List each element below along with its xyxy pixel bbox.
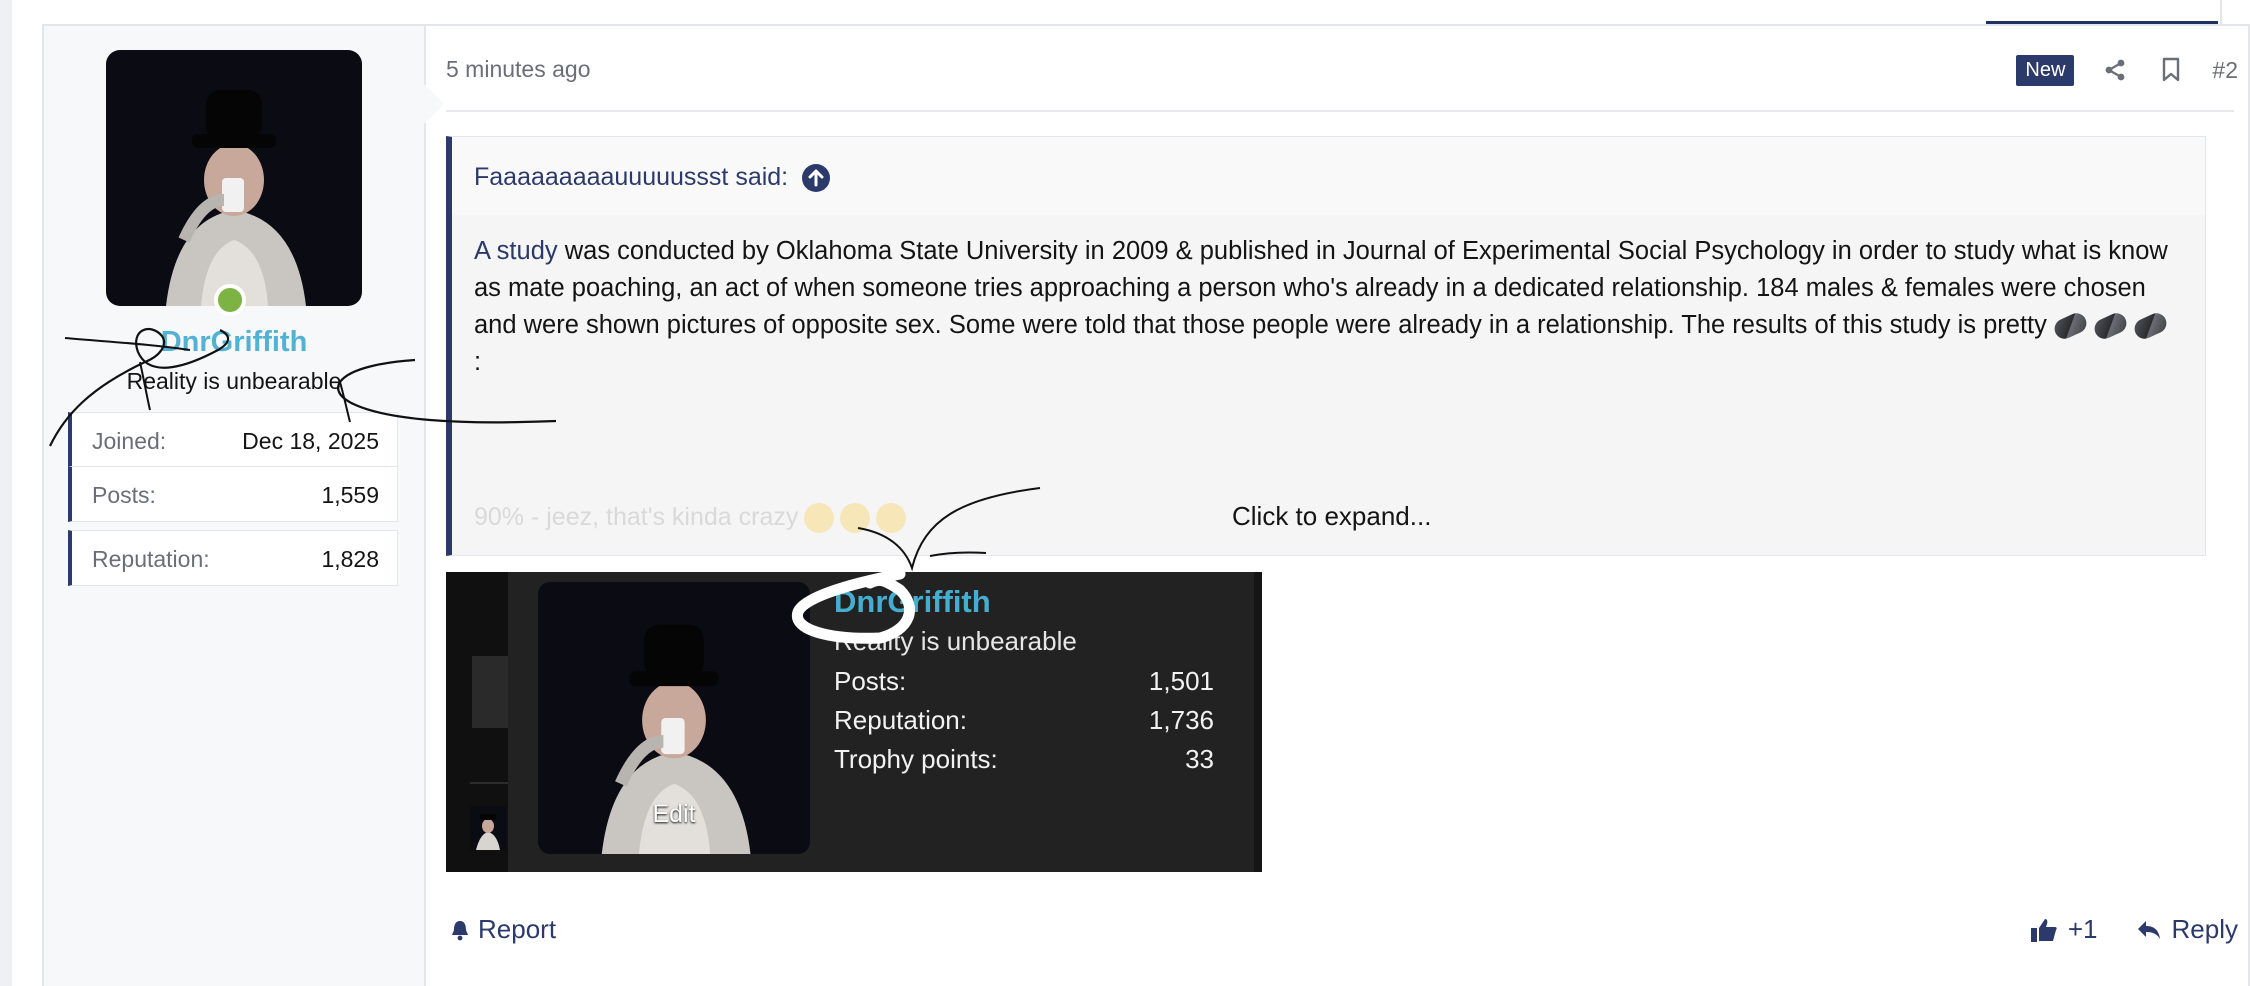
stat-value: 33 bbox=[1185, 744, 1214, 774]
strip-button bbox=[472, 656, 508, 728]
stat-posts: Posts: 1,559 bbox=[68, 466, 398, 522]
stat-label: Reputation: bbox=[92, 546, 210, 572]
stat-label: Posts: bbox=[834, 666, 907, 696]
like-button[interactable]: +1 bbox=[2030, 914, 2098, 945]
tooltip-user-title: Reality is unbearable bbox=[834, 626, 1077, 656]
quote-attribution[interactable]: Faaaaaaaaauuuuussst said: bbox=[474, 163, 831, 192]
stat-reputation: Reputation: 1,828 bbox=[68, 530, 398, 586]
pill-emoji bbox=[2131, 310, 2170, 343]
stat-label: Trophy points: bbox=[834, 744, 998, 774]
emoji-icon bbox=[840, 503, 871, 534]
post-footer-actions: +1 Reply bbox=[2030, 914, 2238, 945]
bookmark-icon[interactable] bbox=[2156, 55, 2186, 85]
stat-label: Posts: bbox=[92, 482, 156, 508]
quote-header: Faaaaaaaaauuuuussst said: bbox=[452, 137, 2205, 215]
user-avatar[interactable] bbox=[106, 50, 362, 306]
post-number-link[interactable]: #2 bbox=[2212, 57, 2238, 84]
share-icon[interactable] bbox=[2100, 55, 2130, 85]
reply-label[interactable]: Reply bbox=[2172, 914, 2238, 945]
tooltip-card: Edit DnrGriffith Reality is unbearable P… bbox=[508, 572, 1262, 872]
reply-icon bbox=[2137, 920, 2160, 939]
tab-divider bbox=[2220, 0, 2222, 24]
stat-value: 1,736 bbox=[1148, 705, 1214, 735]
tooltip-stat-reputation: Reputation: 1,736 bbox=[834, 705, 1214, 736]
stat-label: Joined: bbox=[92, 428, 167, 454]
report-label[interactable]: Report bbox=[478, 914, 556, 945]
member-tooltip: Edit DnrGriffith Reality is unbearable P… bbox=[446, 572, 1262, 872]
quote-author-text[interactable]: Faaaaaaaaauuuuussst said: bbox=[474, 163, 788, 192]
post-meta-actions: New #2 bbox=[2016, 52, 2238, 88]
top-tab-bar bbox=[42, 0, 2250, 26]
quote-content: A study was conducted by Oklahoma State … bbox=[474, 233, 2174, 381]
pill-emoji bbox=[2051, 310, 2090, 343]
message-arrow bbox=[424, 84, 444, 124]
stat-value: 1,828 bbox=[321, 546, 379, 572]
post-main: 5 minutes ago New #2 Faaaaaaaaauuuuussst… bbox=[446, 26, 2248, 986]
username[interactable]: DnrGriffith bbox=[44, 326, 424, 359]
thumbs-up-icon bbox=[2030, 918, 2057, 942]
forum-post: DnrGriffith Reality is unbearable Joined… bbox=[42, 24, 2250, 986]
user-sidebar: DnrGriffith Reality is unbearable Joined… bbox=[44, 26, 426, 986]
emoji-icon bbox=[876, 503, 907, 534]
stat-value: 1,501 bbox=[1148, 666, 1214, 696]
quote-block: Faaaaaaaaauuuuussst said: A study was co… bbox=[446, 136, 2206, 556]
post-timestamp[interactable]: 5 minutes ago bbox=[446, 56, 590, 83]
arrow-up-circle-icon[interactable] bbox=[802, 163, 831, 192]
edit-avatar-button[interactable]: Edit bbox=[538, 800, 810, 829]
online-status-indicator bbox=[214, 284, 246, 316]
divider bbox=[446, 110, 2234, 112]
user-title: Reality is unbearable bbox=[126, 368, 342, 394]
emoji-icon bbox=[804, 503, 835, 534]
tooltip-username[interactable]: DnrGriffith bbox=[834, 584, 991, 620]
quote-text: was conducted by Oklahoma State Universi… bbox=[474, 237, 2168, 339]
stat-value: Dec 18, 2025 bbox=[242, 428, 379, 454]
like-label[interactable]: +1 bbox=[2068, 914, 2098, 945]
bell-icon bbox=[452, 920, 468, 940]
reply-button[interactable]: Reply bbox=[2136, 914, 2238, 945]
study-link[interactable]: A study bbox=[474, 237, 558, 265]
report-button[interactable]: Report bbox=[450, 914, 556, 945]
click-to-expand-link[interactable]: Click to expand... bbox=[1232, 501, 1431, 532]
stat-label: Reputation: bbox=[834, 705, 967, 735]
new-badge: New bbox=[2016, 54, 2075, 86]
pill-emoji bbox=[2091, 310, 2130, 343]
faded-quote-text: 90% - jeez, that's kinda crazy bbox=[474, 503, 907, 534]
tooltip-edge bbox=[1254, 572, 1262, 872]
tooltip-stat-posts: Posts: 1,501 bbox=[834, 666, 1214, 697]
quote-text-end: : bbox=[474, 348, 482, 376]
tooltip-avatar[interactable]: Edit bbox=[538, 582, 810, 854]
stat-joined: Joined: Dec 18, 2025 bbox=[68, 412, 398, 468]
tooltip-left-strip bbox=[446, 572, 508, 872]
faded-text: 90% - jeez, that's kinda crazy bbox=[474, 503, 799, 531]
divider bbox=[470, 782, 508, 784]
avatar-thumbnail bbox=[470, 806, 506, 850]
stat-value[interactable]: 1,559 bbox=[321, 482, 379, 509]
tooltip-stat-trophy-points: Trophy points: 33 bbox=[834, 744, 1214, 775]
